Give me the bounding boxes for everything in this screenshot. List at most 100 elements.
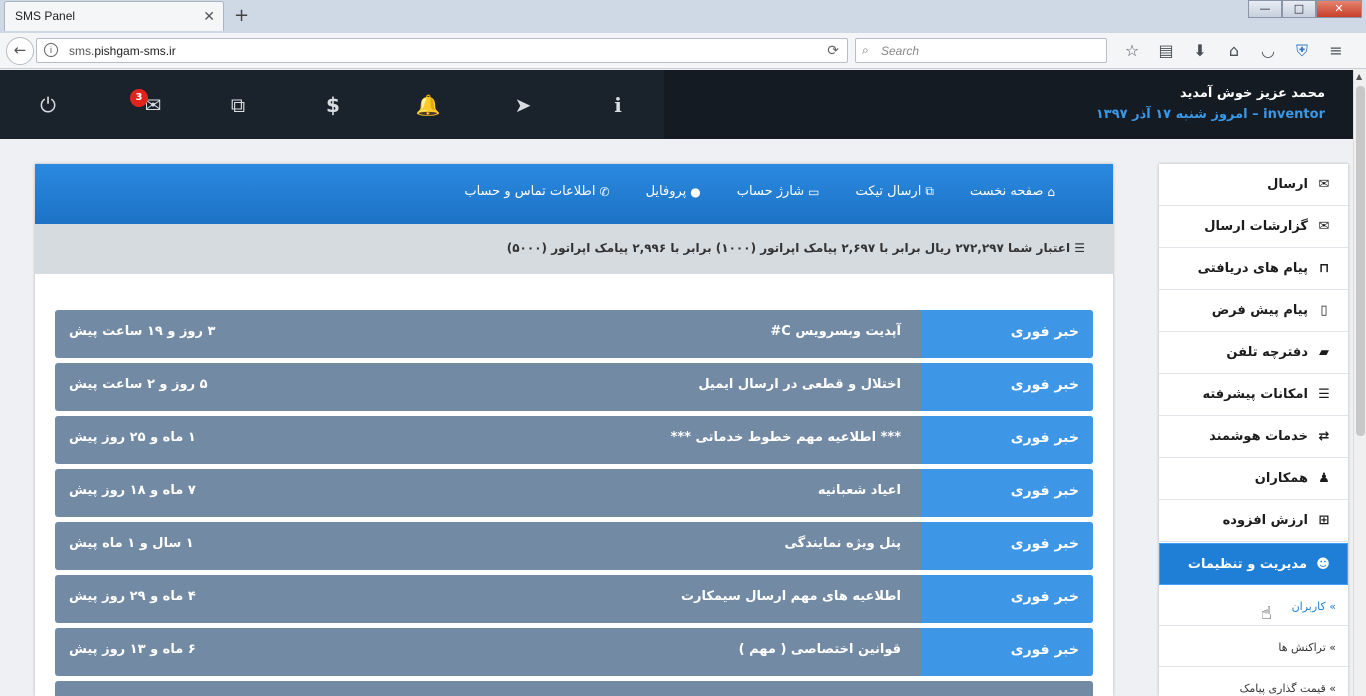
pocket-icon[interactable]: ◡: [1251, 39, 1285, 63]
tablet-icon: ▯: [1320, 303, 1328, 318]
news-tag: خبر فوری: [921, 575, 1093, 623]
maximize-button[interactable]: □: [1282, 0, 1316, 18]
address-bar[interactable]: i sms.pishgam-sms.ir ⟳: [36, 38, 848, 63]
news-item[interactable]: خبر فوری آپدیت وبسرویس C# ۳ روز و ۱۹ ساع…: [55, 310, 1093, 358]
database-icon: ☰: [1070, 241, 1085, 255]
extension-icon[interactable]: ⛨: [1285, 39, 1319, 63]
news-title[interactable]: اطلاعیه های مهم ارسال سیمکارت: [681, 589, 901, 604]
reading-list-icon[interactable]: ▤: [1149, 39, 1183, 63]
news-item[interactable]: خبر فوری اطلاعیه های مهم ارسال سیمکارت ۴…: [55, 575, 1093, 623]
site-info-icon[interactable]: i: [44, 43, 58, 57]
news-tag: خبر فوری: [921, 416, 1093, 464]
date-line: inventor – امروز شنبه ۱۷ آذر ۱۳۹۷: [1096, 107, 1325, 122]
news-title[interactable]: آپدیت وبسرویس C#: [770, 324, 901, 339]
url-text: sms.pishgam-sms.ir: [69, 44, 176, 58]
message-count-badge: 3: [130, 89, 148, 107]
home-icon: ⌂: [1047, 184, 1055, 199]
news-tag: خبر فوری: [921, 469, 1093, 517]
sidebar-subitem-users[interactable]: » کاربران: [1159, 585, 1348, 626]
news-item-partial[interactable]: [55, 681, 1093, 696]
bookmark-star-icon[interactable]: ☆: [1115, 39, 1149, 63]
today-date: – امروز شنبه ۱۷ آذر ۱۳۹۷: [1095, 107, 1264, 122]
double-chevron-icon: »: [1325, 600, 1336, 613]
envelope-outline-icon: ✉: [1318, 219, 1330, 234]
hand-cursor-icon: ☝: [1261, 603, 1272, 624]
retweet-icon: ⇄: [1318, 429, 1330, 444]
browser-nav-bar: ← i sms.pishgam-sms.ir ⟳ ⌕ Search ☆ ▤ ⬇ …: [0, 33, 1366, 69]
news-title[interactable]: قوانین اختصاصی ( مهم ): [739, 642, 901, 657]
news-time: ۱ سال و ۱ ماه پیش: [69, 536, 194, 551]
sidebar-subitem-transactions[interactable]: » تراکنش ها: [1159, 626, 1348, 667]
nav-charge-account[interactable]: ▭ شارژ حساب: [737, 184, 820, 199]
news-time: ۵ روز و ۲ ساعت پیش: [69, 377, 208, 392]
news-title[interactable]: اعیاد شعبانیه: [818, 483, 901, 498]
news-tag: خبر فوری: [921, 522, 1093, 570]
browser-tab[interactable]: SMS Panel ✕: [4, 1, 224, 31]
sidebar-item-management[interactable]: ☻مدیریت و تنظیمات: [1159, 543, 1348, 585]
news-tag: خبر فوری: [921, 628, 1093, 676]
nav-send-ticket[interactable]: ⧉ ارسال تیکت: [856, 184, 934, 199]
sidebar-subitem-sms-pricing[interactable]: » قیمت گذاری پیامک: [1159, 667, 1348, 696]
sidebar-item-send[interactable]: ✉ارسال: [1159, 164, 1348, 206]
reload-icon[interactable]: ⟳: [827, 42, 839, 59]
ticket-icon: ⧉: [925, 184, 934, 198]
users-icon: ☻: [1316, 557, 1330, 572]
news-item[interactable]: خبر فوری قوانین اختصاصی ( مهم ) ۶ ماه و …: [55, 628, 1093, 676]
power-icon[interactable]: ⏻: [33, 92, 63, 118]
minimize-button[interactable]: —: [1248, 0, 1282, 18]
sidebar-item-value-added[interactable]: ⊞ارزش افزوده: [1159, 500, 1348, 542]
user-tie-icon: ♟: [1318, 471, 1330, 486]
user-info-area: محمد عزیز خوش آمدید inventor – امروز شنب…: [664, 70, 1353, 139]
ticket-icon[interactable]: ⧉: [223, 92, 253, 118]
envelope-solid-icon: ✉: [1318, 177, 1330, 192]
paper-plane-icon[interactable]: ➤: [508, 92, 538, 118]
tab-close-icon[interactable]: ✕: [203, 8, 215, 25]
news-time: ۷ ماه و ۱۸ روز پیش: [69, 483, 196, 498]
bell-icon[interactable]: 🔔: [413, 92, 443, 118]
search-icon: ⌕: [862, 43, 869, 57]
menu-icon[interactable]: ≡: [1319, 39, 1353, 63]
dollar-icon[interactable]: $: [318, 92, 348, 118]
news-time: ۱ ماه و ۲۵ روز پیش: [69, 430, 196, 445]
back-arrow-icon[interactable]: ←: [6, 37, 34, 65]
sidebar-item-default-messages[interactable]: ▯پیام پیش فرض: [1159, 290, 1348, 332]
sidebar-item-colleagues[interactable]: ♟همکاران: [1159, 458, 1348, 500]
credit-card-icon: ▭: [808, 184, 820, 199]
username-link[interactable]: inventor: [1263, 107, 1325, 122]
info-icon[interactable]: i: [603, 92, 633, 118]
sidebar-item-smart-services[interactable]: ⇄خدمات هوشمند: [1159, 416, 1348, 458]
news-item[interactable]: خبر فوری اختلال و قطعی در ارسال ایمیل ۵ …: [55, 363, 1093, 411]
search-input[interactable]: ⌕ Search: [855, 38, 1107, 63]
sidebar-item-inbox[interactable]: ⊓پیام های دریافتی: [1159, 248, 1348, 290]
close-window-button[interactable]: ✕: [1316, 0, 1362, 18]
news-title[interactable]: اختلال و قطعی در ارسال ایمیل: [698, 377, 901, 392]
plus-square-icon: ⊞: [1318, 513, 1330, 528]
news-time: ۴ ماه و ۲۹ روز پیش: [69, 589, 196, 604]
phone-icon: ✆: [599, 184, 610, 199]
news-item[interactable]: خبر فوری اعیاد شعبانیه ۷ ماه و ۱۸ روز پی…: [55, 469, 1093, 517]
download-icon[interactable]: ⬇: [1183, 39, 1217, 63]
double-chevron-icon: »: [1325, 641, 1336, 654]
news-item[interactable]: خبر فوری پنل ویژه نمایندگی ۱ سال و ۱ ماه…: [55, 522, 1093, 570]
scroll-thumb[interactable]: [1356, 86, 1365, 436]
news-time: ۶ ماه و ۱۳ روز پیش: [69, 642, 196, 657]
news-tag: خبر فوری: [921, 310, 1093, 358]
scroll-up-icon[interactable]: ▲: [1356, 72, 1362, 81]
news-item[interactable]: خبر فوری *** اطلاعیه مهم خطوط خدماتی ***…: [55, 416, 1093, 464]
sidebar-item-advanced[interactable]: ☰امکانات پیشرفته: [1159, 374, 1348, 416]
page-scrollbar[interactable]: ▲: [1353, 70, 1366, 696]
nav-profile[interactable]: ● پروفایل: [646, 184, 701, 199]
nav-contact-info[interactable]: ✆ اطلاعات تماس و حساب: [464, 184, 609, 199]
main-panel: ⌂ صفحه نخست ⧉ ارسال تیکت ▭ شارژ حساب ● پروفا…: [35, 164, 1113, 696]
site-header: ⏻ ✉ 3 ⧉ $ 🔔 ➤ i محمد عزیز خوش آمدید inve…: [0, 70, 1353, 139]
window-controls: — □ ✕: [1248, 0, 1362, 18]
sidebar-item-phonebook[interactable]: ▰دفترچه تلفن: [1159, 332, 1348, 374]
new-tab-icon[interactable]: +: [234, 5, 249, 26]
news-title[interactable]: *** اطلاعیه مهم خطوط خدماتی ***: [671, 430, 901, 445]
news-title[interactable]: پنل ویژه نمایندگی: [785, 536, 901, 551]
news-time: ۳ روز و ۱۹ ساعت پیش: [69, 324, 216, 339]
nav-home[interactable]: ⌂ صفحه نخست: [970, 184, 1055, 199]
browser-toolbar: ☆ ▤ ⬇ ⌂ ◡ ⛨ ≡: [1115, 39, 1353, 63]
sidebar-item-send-reports[interactable]: ✉گزارشات ارسال: [1159, 206, 1348, 248]
home-icon[interactable]: ⌂: [1217, 39, 1251, 63]
